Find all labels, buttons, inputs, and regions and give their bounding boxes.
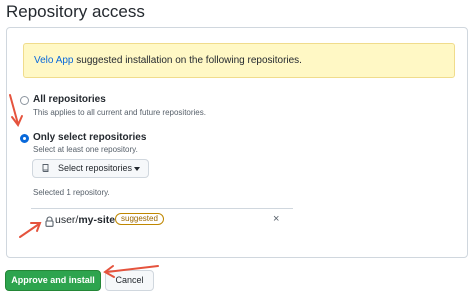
arrow-to-approve (106, 265, 159, 273)
annotation-arrows (9, 94, 159, 278)
